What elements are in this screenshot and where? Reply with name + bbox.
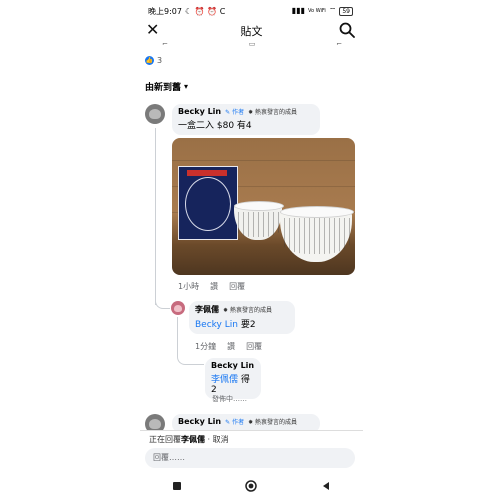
- reply-bubble: Becky Lin 李佩儒 得2: [205, 358, 261, 399]
- comment-photo[interactable]: [172, 138, 355, 275]
- reply-button[interactable]: 回覆: [246, 341, 262, 352]
- battery-icon: 59: [339, 6, 353, 16]
- cancel-reply[interactable]: · 取消: [208, 435, 229, 444]
- author-badge: ✎ 作者: [225, 109, 245, 116]
- member-badge: ✸ 熱衷發言的成員: [223, 307, 272, 314]
- phone-screen: 晚上9:07 ☾ ⏰ ⏰ C ▮▮▮ Vo WiFi ⌔ 59 ✕ 貼文 ⌐ ▭…: [140, 0, 363, 500]
- wifi-icon: ⌔: [328, 6, 337, 15]
- avatar[interactable]: [171, 301, 185, 315]
- replying-to: 正在回覆李佩儒 · 取消: [149, 435, 229, 444]
- gift-box: [178, 166, 238, 240]
- chevron-down-icon: ▾: [184, 82, 189, 91]
- previous-actions-cutoff: ⌐ ▭ ⌐: [162, 40, 342, 48]
- reply-text: Becky Lin 要2: [195, 320, 256, 330]
- signal-icon: ▮▮▮: [291, 6, 306, 15]
- reply-input[interactable]: 回覆……: [145, 448, 355, 468]
- like-button[interactable]: 讚: [227, 341, 235, 352]
- status-bar: 晚上9:07 ☾ ⏰ ⏰ C ▮▮▮ Vo WiFi ⌔ 59: [140, 4, 363, 18]
- mention-link[interactable]: Becky Lin: [195, 320, 238, 330]
- member-badge: ✸ 熱衷發言的成員: [248, 109, 298, 116]
- author-badge: ✎ 作者: [225, 419, 245, 426]
- status-time: 晚上9:07: [148, 7, 182, 16]
- page-title: 貼文: [240, 25, 263, 38]
- comment-actions: 1小時 讚 回覆: [178, 281, 245, 292]
- search-icon[interactable]: [339, 22, 355, 38]
- back-icon[interactable]: [317, 477, 335, 495]
- home-icon[interactable]: [242, 477, 260, 495]
- reply-target: 李佩儒: [181, 435, 205, 444]
- comment-author[interactable]: Becky Lin: [178, 107, 221, 116]
- like-button[interactable]: 讚: [210, 281, 218, 292]
- reaction-count: 3: [157, 56, 163, 65]
- thread-connector: [155, 290, 170, 309]
- like-reaction-icon: 👍: [145, 56, 154, 65]
- comment-bubble: Becky Lin ✎ 作者 ✸ 熱衷發言的成員 一盒二入 $80 有4: [172, 104, 320, 135]
- like-icon: ⌐: [162, 40, 168, 48]
- comment-text: 一盒二入 $80 有4: [178, 121, 252, 131]
- sort-dropdown[interactable]: 由新到舊 ▾: [145, 80, 188, 93]
- thread-connector: [177, 348, 204, 365]
- recents-icon[interactable]: [168, 477, 186, 495]
- thread-line: [155, 128, 156, 305]
- reply-author[interactable]: Becky Lin: [211, 361, 254, 370]
- reply-actions: 1分鐘 讚 回覆: [195, 341, 262, 352]
- reply-composer: 正在回覆李佩儒 · 取消 回覆……: [140, 430, 363, 471]
- reply-button[interactable]: 回覆: [229, 281, 245, 292]
- reply-author[interactable]: 李佩儒: [195, 304, 219, 315]
- top-bar: ✕ 貼文: [140, 18, 363, 42]
- mention-link[interactable]: 李佩儒: [211, 375, 238, 385]
- avatar[interactable]: [145, 104, 165, 124]
- comment-icon: ▭: [248, 40, 256, 48]
- network-label: Vo WiFi: [308, 8, 326, 14]
- status-icons: ☾ ⏰ ⏰ C: [184, 6, 226, 16]
- comment-author[interactable]: Becky Lin: [178, 417, 221, 426]
- sort-label: 由新到舊: [145, 83, 182, 93]
- posting-status: 發佈中……: [212, 395, 247, 403]
- reply-bubble: 李佩儒 ✸ 熱衷發言的成員 Becky Lin 要2: [189, 301, 295, 334]
- comment-time: 1小時: [178, 282, 200, 291]
- share-icon: ⌐: [336, 40, 342, 48]
- system-nav-bar: [140, 472, 363, 500]
- reaction-summary[interactable]: 👍 3: [145, 56, 162, 65]
- member-badge: ✸ 熱衷發言的成員: [248, 419, 298, 426]
- reply-text: 李佩儒 得2: [211, 375, 250, 395]
